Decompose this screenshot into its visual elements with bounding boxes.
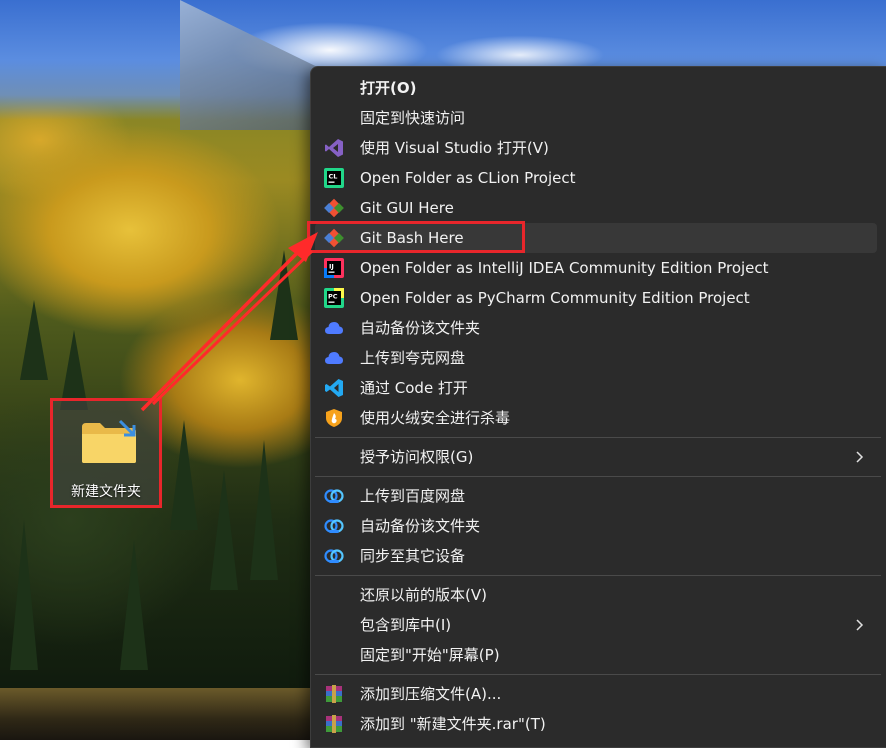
menu-separator	[315, 476, 881, 477]
menu-item-baidu-auto-backup[interactable]: 自动备份该文件夹	[315, 511, 877, 541]
menu-item-grant-access[interactable]: 授予访问权限(G)	[315, 442, 877, 472]
menu-item-label: Open Folder as CLion Project	[360, 169, 576, 187]
menu-item-restore-previous[interactable]: 还原以前的版本(V)	[315, 580, 877, 610]
menu-separator	[315, 437, 881, 438]
menu-item-open[interactable]: 打开(O)	[315, 73, 877, 103]
menu-item-pin-start[interactable]: 固定到"开始"屏幕(P)	[315, 640, 877, 670]
vscode-icon	[325, 379, 343, 397]
menu-item-label: Git GUI Here	[360, 199, 454, 217]
wallpaper-tree	[250, 440, 278, 580]
menu-item-label: 添加到压缩文件(A)...	[360, 685, 502, 703]
menu-item-upload-baidu[interactable]: 上传到百度网盘	[315, 481, 877, 511]
baidu-cloud-icon	[324, 519, 344, 533]
folder-icon	[82, 419, 136, 463]
menu-separator	[315, 575, 881, 576]
menu-item-label: 固定到"开始"屏幕(P)	[360, 646, 500, 664]
intellij-icon: IJ	[324, 258, 344, 278]
baidu-cloud-icon	[324, 489, 344, 503]
cloud-icon	[325, 322, 343, 334]
menu-item-label: 打开(O)	[360, 79, 417, 97]
menu-item-huorong-scan[interactable]: 使用火绒安全进行杀毒	[315, 403, 877, 433]
menu-item-label: Open Folder as IntelliJ IDEA Community E…	[360, 259, 769, 277]
git-icon	[324, 198, 344, 218]
shield-icon	[326, 409, 342, 427]
menu-item-sync-devices[interactable]: 同步至其它设备	[315, 541, 877, 571]
context-menu: 打开(O) 固定到快速访问 使用 Visual Studio 打开(V) CL …	[310, 66, 886, 748]
menu-item-label: 使用 Visual Studio 打开(V)	[360, 139, 549, 157]
svg-text:IJ: IJ	[329, 263, 334, 271]
menu-item-add-archive[interactable]: 添加到压缩文件(A)...	[315, 679, 877, 709]
menu-item-git-gui[interactable]: Git GUI Here	[315, 193, 877, 223]
visual-studio-icon	[325, 139, 343, 157]
menu-item-label: 固定到快速访问	[360, 109, 466, 127]
menu-item-open-pycharm[interactable]: PC Open Folder as PyCharm Community Edit…	[315, 283, 877, 313]
menu-item-label: Open Folder as PyCharm Community Edition…	[360, 289, 750, 307]
menu-item-label: 通过 Code 打开	[360, 379, 468, 397]
cloud-icon	[325, 352, 343, 364]
clion-icon: CL	[324, 168, 344, 188]
menu-item-label: 同步至其它设备	[360, 547, 466, 565]
chevron-right-icon	[856, 451, 864, 463]
menu-item-label: 添加到 "新建文件夹.rar"(T)	[360, 715, 546, 733]
winrar-icon	[326, 685, 342, 703]
menu-item-open-clion[interactable]: CL Open Folder as CLion Project	[315, 163, 877, 193]
menu-item-open-intellij[interactable]: IJ Open Folder as IntelliJ IDEA Communit…	[315, 253, 877, 283]
winrar-icon	[326, 715, 342, 733]
wallpaper-tree	[10, 520, 38, 670]
svg-text:PC: PC	[328, 293, 338, 301]
desktop-folder[interactable]: 新建文件夹	[50, 398, 162, 508]
menu-item-label: 包含到库中(I)	[360, 616, 452, 634]
menu-item-pin-quick-access[interactable]: 固定到快速访问	[315, 103, 877, 133]
menu-item-label: 还原以前的版本(V)	[360, 586, 487, 604]
menu-item-open-code[interactable]: 通过 Code 打开	[315, 373, 877, 403]
wallpaper-tree	[270, 250, 298, 340]
svg-text:CL: CL	[329, 173, 338, 181]
wallpaper-lake	[0, 688, 320, 740]
menu-item-label: 上传到百度网盘	[360, 487, 466, 505]
menu-item-open-visual-studio[interactable]: 使用 Visual Studio 打开(V)	[315, 133, 877, 163]
pycharm-icon: PC	[324, 288, 344, 308]
baidu-cloud-icon	[324, 549, 344, 563]
menu-item-upload-quark[interactable]: 上传到夸克网盘	[315, 343, 877, 373]
annotation-highlight-box	[307, 221, 525, 253]
wallpaper-tree	[20, 300, 48, 380]
menu-item-quark-auto-backup[interactable]: 自动备份该文件夹	[315, 313, 877, 343]
menu-item-label: 上传到夸克网盘	[360, 349, 466, 367]
wallpaper-tree	[170, 420, 198, 530]
chevron-right-icon	[856, 619, 864, 631]
menu-item-label: 自动备份该文件夹	[360, 319, 481, 337]
menu-item-label: 自动备份该文件夹	[360, 517, 481, 535]
menu-item-label: 使用火绒安全进行杀毒	[360, 409, 511, 427]
wallpaper-tree	[120, 540, 148, 670]
menu-item-include-library[interactable]: 包含到库中(I)	[315, 610, 877, 640]
menu-separator	[315, 674, 881, 675]
menu-item-label: 授予访问权限(G)	[360, 448, 474, 466]
wallpaper-tree	[210, 470, 238, 590]
folder-label: 新建文件夹	[71, 484, 141, 500]
menu-item-add-rar[interactable]: 添加到 "新建文件夹.rar"(T)	[315, 709, 877, 739]
